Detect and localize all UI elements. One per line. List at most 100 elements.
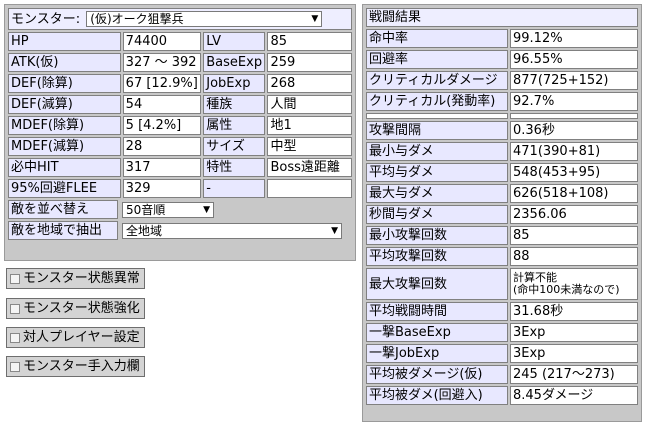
- filter-select-value: 全地域: [126, 223, 163, 238]
- battle-row: 平均攻撃回数 88: [366, 247, 638, 266]
- battle-value: 626(518+108): [510, 184, 638, 203]
- stat-value: 67 [12.9%]: [122, 74, 202, 93]
- battle-row: 一撃JobExp 3Exp: [366, 344, 638, 363]
- battle-label: 最小与ダメ: [366, 142, 508, 161]
- monster-stat-row: HP 74400 LV 85: [8, 32, 352, 51]
- battle-label: 最大与ダメ: [366, 184, 508, 203]
- battle-label: 攻撃間隔: [366, 121, 508, 140]
- monster-stat-row: ATK(仮) 327 〜 392 BaseExp 259: [8, 53, 352, 72]
- filter-select[interactable]: 全地域 ▼: [122, 222, 342, 239]
- stat-label: -: [203, 179, 266, 198]
- pvp-player-settings-button[interactable]: 対人プレイヤー設定: [6, 327, 145, 348]
- max-attack-value-line2: (命中100未満なので): [513, 283, 620, 296]
- battle-row: 一撃BaseExp 3Exp: [366, 323, 638, 342]
- battle-title: 戦闘結果: [366, 8, 638, 27]
- stat-label: 95%回避FLEE: [8, 179, 121, 198]
- battle-label: クリティカル(発動率): [366, 92, 508, 111]
- sort-cell: 50音順 ▼: [120, 200, 352, 219]
- stat-value: 329: [122, 179, 202, 198]
- battle-value: 8.45ダメージ: [510, 386, 638, 405]
- battle-row: 最小攻撃回数 85: [366, 226, 638, 245]
- checkbox-icon[interactable]: [10, 361, 20, 372]
- battle-value: 3Exp: [510, 344, 638, 363]
- sort-select[interactable]: 50音順 ▼: [122, 201, 214, 218]
- checkbox-icon[interactable]: [10, 303, 20, 314]
- battle-value: 548(453+95): [510, 163, 638, 182]
- battle-row: 平均被ダメ(回避入) 8.45ダメージ: [366, 386, 638, 405]
- stat-value: 5 [4.2%]: [122, 116, 202, 135]
- stat-label: 必中HIT: [8, 158, 121, 177]
- battle-value: 471(390+81): [510, 142, 638, 161]
- stat-value: 317: [122, 158, 202, 177]
- battle-result-panel: 戦闘結果 命中率 99.12% 回避率 96.55% クリティカルダメージ 877(725…: [362, 4, 642, 422]
- battle-value: 3Exp: [510, 323, 638, 342]
- sort-select-value: 50音順: [126, 202, 166, 217]
- stat-value: 28: [122, 137, 202, 156]
- battle-label: クリティカルダメージ: [366, 71, 508, 90]
- battle-row: クリティカル(発動率) 92.7%: [366, 92, 638, 111]
- filter-cell: 全地域 ▼: [120, 221, 352, 240]
- stat-value: 259: [267, 53, 352, 72]
- stat-value: 268: [267, 74, 352, 93]
- checkbox-icon[interactable]: [10, 273, 20, 284]
- monster-label: モンスター:: [11, 11, 81, 27]
- stat-label: MDEF(減算): [8, 137, 121, 156]
- button-label: モンスター状態強化: [23, 301, 140, 316]
- battle-value: 88: [510, 247, 638, 266]
- stat-label: BaseExp: [203, 53, 266, 72]
- monster-controls: 敵を並べ替え 50音順 ▼ 敵を地域で抽出 全地域 ▼: [6, 198, 354, 242]
- button-label: モンスター状態異常: [23, 271, 140, 286]
- monster-status-buff-button[interactable]: モンスター状態強化: [6, 298, 145, 319]
- stat-value: 人間: [267, 95, 352, 114]
- filter-label: 敵を地域で抽出: [8, 221, 118, 240]
- stat-value: [267, 179, 352, 198]
- battle-value: 245 (217〜273): [510, 365, 638, 384]
- monster-stat-row: MDEF(除算) 5 [4.2%] 属性 地1: [8, 116, 352, 135]
- battle-label: 一撃JobExp: [366, 344, 508, 363]
- stat-label: サイズ: [203, 137, 266, 156]
- monster-manual-input-button[interactable]: モンスター手入力欄: [6, 356, 145, 377]
- monster-select-value: (仮)オーク狙撃兵: [90, 12, 184, 26]
- battle-label: 秒間与ダメ: [366, 205, 508, 224]
- battle-row: 平均与ダメ 548(453+95): [366, 163, 638, 182]
- spacer: [510, 113, 638, 119]
- battle-label: 平均与ダメ: [366, 163, 508, 182]
- stat-label: ATK(仮): [8, 53, 121, 72]
- battle-value: 96.55%: [510, 50, 638, 69]
- battle-value: 99.12%: [510, 29, 638, 48]
- battle-label: 一撃BaseExp: [366, 323, 508, 342]
- monster-select[interactable]: (仮)オーク狙撃兵 ▼: [86, 11, 323, 27]
- battle-label: 最大攻撃回数: [366, 268, 508, 300]
- battle-value: 31.68秒: [510, 302, 638, 321]
- battle-row: 命中率 99.12%: [366, 29, 638, 48]
- battle-value: 92.7%: [510, 92, 638, 111]
- battle-label: 平均攻撃回数: [366, 247, 508, 266]
- battle-row: 回避率 96.55%: [366, 50, 638, 69]
- stat-label: JobExp: [203, 74, 266, 93]
- battle-label: 最小攻撃回数: [366, 226, 508, 245]
- stat-value: 74400: [122, 32, 202, 51]
- button-label: モンスター手入力欄: [23, 359, 140, 374]
- battle-row: 最小与ダメ 471(390+81): [366, 142, 638, 161]
- battle-label: 平均被ダメージ(仮): [366, 365, 508, 384]
- chevron-down-icon: ▼: [311, 14, 319, 24]
- monster-panel: モンスター: (仮)オーク狙撃兵 ▼ HP 74400 LV 85 ATK(仮) 327 …: [4, 4, 356, 261]
- sort-label: 敵を並べ替え: [8, 200, 118, 219]
- stat-value: 地1: [267, 116, 352, 135]
- stat-value: 中型: [267, 137, 352, 156]
- checkbox-icon[interactable]: [10, 332, 20, 343]
- battle-value: 85: [510, 226, 638, 245]
- stat-label: DEF(減算): [8, 95, 121, 114]
- monster-stat-row: DEF(減算) 54 種族 人間: [8, 95, 352, 114]
- battle-label: 平均戦闘時間: [366, 302, 508, 321]
- spacer: [366, 113, 508, 119]
- monster-table: モンスター: (仮)オーク狙撃兵 ▼ HP 74400 LV 85 ATK(仮) 327 …: [6, 6, 354, 200]
- battle-label: 回避率: [366, 50, 508, 69]
- stat-label: LV: [203, 32, 266, 51]
- monster-status-ailment-button[interactable]: モンスター状態異常: [6, 268, 145, 289]
- battle-value: 877(725+152): [510, 71, 638, 90]
- battle-row: 平均被ダメージ(仮) 245 (217〜273): [366, 365, 638, 384]
- stat-label: 属性: [203, 116, 266, 135]
- chevron-down-icon: ▼: [203, 204, 210, 215]
- stat-label: 特性: [203, 158, 266, 177]
